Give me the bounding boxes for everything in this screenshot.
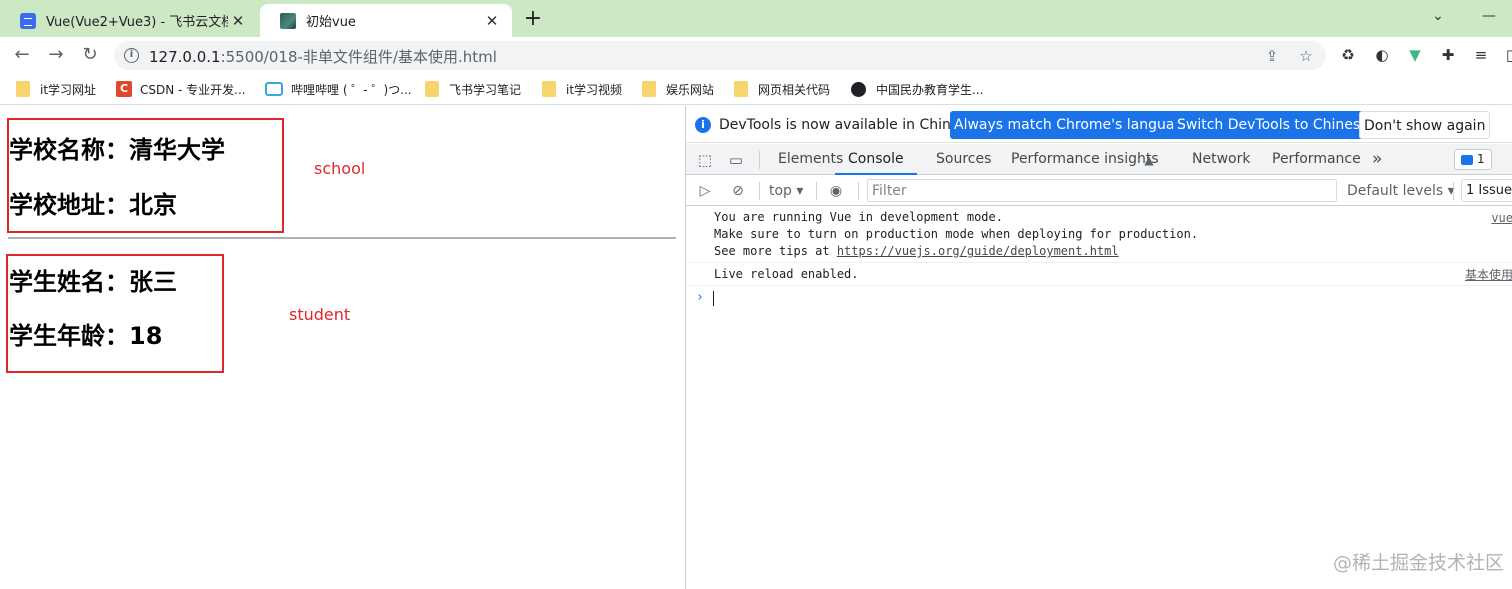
tab-vue-page[interactable]: 初始vue ✕ (260, 4, 512, 37)
tab-console[interactable]: Console (835, 144, 917, 175)
bookmark-item[interactable]: 飞书学习笔记 (425, 80, 521, 98)
student-age: 学生年龄：18 (9, 322, 163, 350)
tab-performance[interactable]: Performance (1272, 144, 1361, 175)
bookmark-item[interactable]: 娱乐网站 (642, 80, 714, 98)
bookmark-item[interactable]: it学习网址 (16, 80, 96, 98)
bookmark-item[interactable]: 哔哩哔哩 ( ゜- ゜)つ... (265, 80, 412, 98)
message-icon (1461, 154, 1473, 165)
separator (1453, 182, 1454, 200)
vue-devtools-icon[interactable]: ▼ (1405, 45, 1425, 65)
forward-icon[interactable]: → (44, 43, 68, 67)
log-levels-dropdown[interactable]: Default levels ▾ (1347, 181, 1455, 201)
folder-icon (642, 81, 656, 97)
separator (858, 182, 859, 200)
console-input[interactable] (713, 291, 714, 306)
divider (8, 237, 676, 239)
csdn-icon: C (116, 81, 132, 97)
folder-icon (734, 81, 748, 97)
back-icon[interactable]: ← (10, 43, 34, 67)
filter-input-wrapper (867, 179, 1337, 202)
folder-icon (425, 81, 439, 97)
console-message: You are running Vue in development mode.… (686, 207, 1512, 263)
more-tabs-icon[interactable]: » (1372, 144, 1382, 175)
log-text: See more tips at https://vuejs.org/guide… (714, 244, 1119, 258)
share-icon[interactable]: ⇪ (1262, 46, 1282, 66)
info-icon[interactable]: i (124, 48, 139, 63)
tab-search-icon[interactable]: ⌄ (1415, 0, 1461, 32)
console-output: You are running Vue in development mode.… (686, 207, 1512, 589)
log-text: Live reload enabled. (714, 267, 859, 281)
edge-extension-icon[interactable]: ◐ (1372, 45, 1392, 65)
school-annotation: school (314, 159, 366, 178)
folder-icon (16, 81, 30, 97)
student-name: 学生姓名：张三 (9, 268, 177, 296)
device-toolbar-icon[interactable]: ▭ (726, 150, 746, 170)
bilibili-icon (265, 82, 283, 96)
tab-elements[interactable]: Elements (778, 144, 843, 175)
console-message: Live reload enabled. 基本使用 (686, 264, 1512, 286)
browser-toolbar: ← → ↻ i 127.0.0.1:5500/018-非单文件组件/基本使用.h… (0, 37, 1512, 73)
sidebar-toggle-icon[interactable]: ▷ (695, 181, 715, 201)
separator (759, 182, 760, 200)
close-icon[interactable]: ✕ (482, 11, 502, 31)
switch-to-chinese-button[interactable]: Switch DevTools to Chinese (1173, 111, 1373, 139)
new-tab-button[interactable]: + (520, 7, 546, 33)
deployment-link[interactable]: https://vuejs.org/guide/deployment.html (837, 244, 1119, 258)
url-text[interactable]: 127.0.0.1:5500/018-非单文件组件/基本使用.html (149, 46, 497, 67)
bookmark-item[interactable]: it学习视频 (542, 80, 622, 98)
puzzle-extensions-icon[interactable]: ✚ (1438, 45, 1458, 65)
globe-icon (851, 81, 866, 97)
school-address: 学校地址：北京 (9, 191, 177, 219)
tab-sources[interactable]: Sources (936, 144, 991, 175)
address-bar[interactable]: i 127.0.0.1:5500/018-非单文件组件/基本使用.html ⇪ … (114, 41, 1326, 70)
issues-badge[interactable]: 1 (1454, 149, 1492, 170)
reload-icon[interactable]: ↻ (78, 43, 102, 67)
side-panel-icon[interactable]: ▯ (1500, 45, 1512, 65)
tab-strip: Vue(Vue2+Vue3) - 飞书云文档 ✕ 初始vue ✕ + ⌄ — (0, 0, 1512, 37)
image-icon (280, 12, 296, 29)
recycle-extension-icon[interactable]: ♻ (1338, 45, 1358, 65)
folder-icon (542, 81, 556, 97)
live-expression-eye-icon[interactable]: ◉ (826, 181, 846, 201)
log-text: Make sure to turn on production mode whe… (714, 227, 1199, 241)
bookmark-item[interactable]: 中国民办教育学生... (851, 80, 983, 98)
issues-button[interactable]: 1 Issue (1461, 179, 1512, 202)
console-filter-input[interactable] (868, 180, 1336, 202)
tab-performance-insights[interactable]: Performance insights (1011, 144, 1159, 175)
console-prompt-icon: › (696, 290, 704, 305)
document-icon (20, 12, 36, 29)
info-icon: i (695, 117, 711, 133)
bookmark-item[interactable]: C CSDN - 专业开发... (116, 80, 246, 98)
devtools-language-infobar: i DevTools is now available in Chinese! … (686, 106, 1512, 143)
inspect-element-icon[interactable]: ⬚ (695, 150, 715, 170)
bookmark-item[interactable]: 网页相关代码 (734, 80, 830, 98)
bookmark-star-icon[interactable]: ☆ (1296, 46, 1316, 66)
minimize-icon[interactable]: — (1466, 0, 1512, 32)
tab-network[interactable]: Network (1192, 144, 1250, 175)
devtools-tab-bar: ⬚ ▭ Elements Console Sources Performance… (686, 144, 1512, 175)
student-annotation: student (289, 305, 351, 324)
dont-show-again-button[interactable]: Don't show again (1359, 111, 1491, 139)
console-toolbar: ▷ ⊘ top ▾ ◉ Default levels ▾ 1 Issue (686, 176, 1512, 206)
flask-icon: ▲ (1144, 153, 1154, 167)
tab-feishu-doc[interactable]: Vue(Vue2+Vue3) - 飞书云文档 ✕ (0, 4, 258, 37)
clear-console-icon[interactable]: ⊘ (728, 181, 748, 201)
watermark: @稀土掘金技术社区 (1333, 552, 1505, 574)
log-source-link[interactable]: vue (1491, 211, 1512, 225)
tab-title: 初始vue (306, 15, 356, 30)
page-content: 学校名称：清华大学 学校地址：北京 school 学生姓名：张三 学生年龄：18… (0, 106, 685, 589)
infobar-message: DevTools is now available in Chinese! (719, 117, 981, 133)
bookmarks-bar: it学习网址 C CSDN - 专业开发... 哔哩哔哩 ( ゜- ゜)つ... … (0, 73, 1512, 105)
close-icon[interactable]: ✕ (228, 11, 248, 31)
school-name: 学校名称：清华大学 (9, 136, 225, 164)
separator (816, 182, 817, 200)
reading-list-icon[interactable]: ≡ (1471, 45, 1491, 65)
log-source-link[interactable]: 基本使用 (1465, 266, 1512, 283)
context-selector[interactable]: top ▾ (769, 181, 803, 201)
tab-title: Vue(Vue2+Vue3) - 飞书云文档 (46, 15, 228, 30)
devtools-panel: i DevTools is now available in Chinese! … (685, 106, 1512, 589)
log-text: You are running Vue in development mode. (714, 210, 1003, 224)
always-match-language-button[interactable]: Always match Chrome's language (950, 111, 1196, 139)
separator (759, 151, 760, 169)
